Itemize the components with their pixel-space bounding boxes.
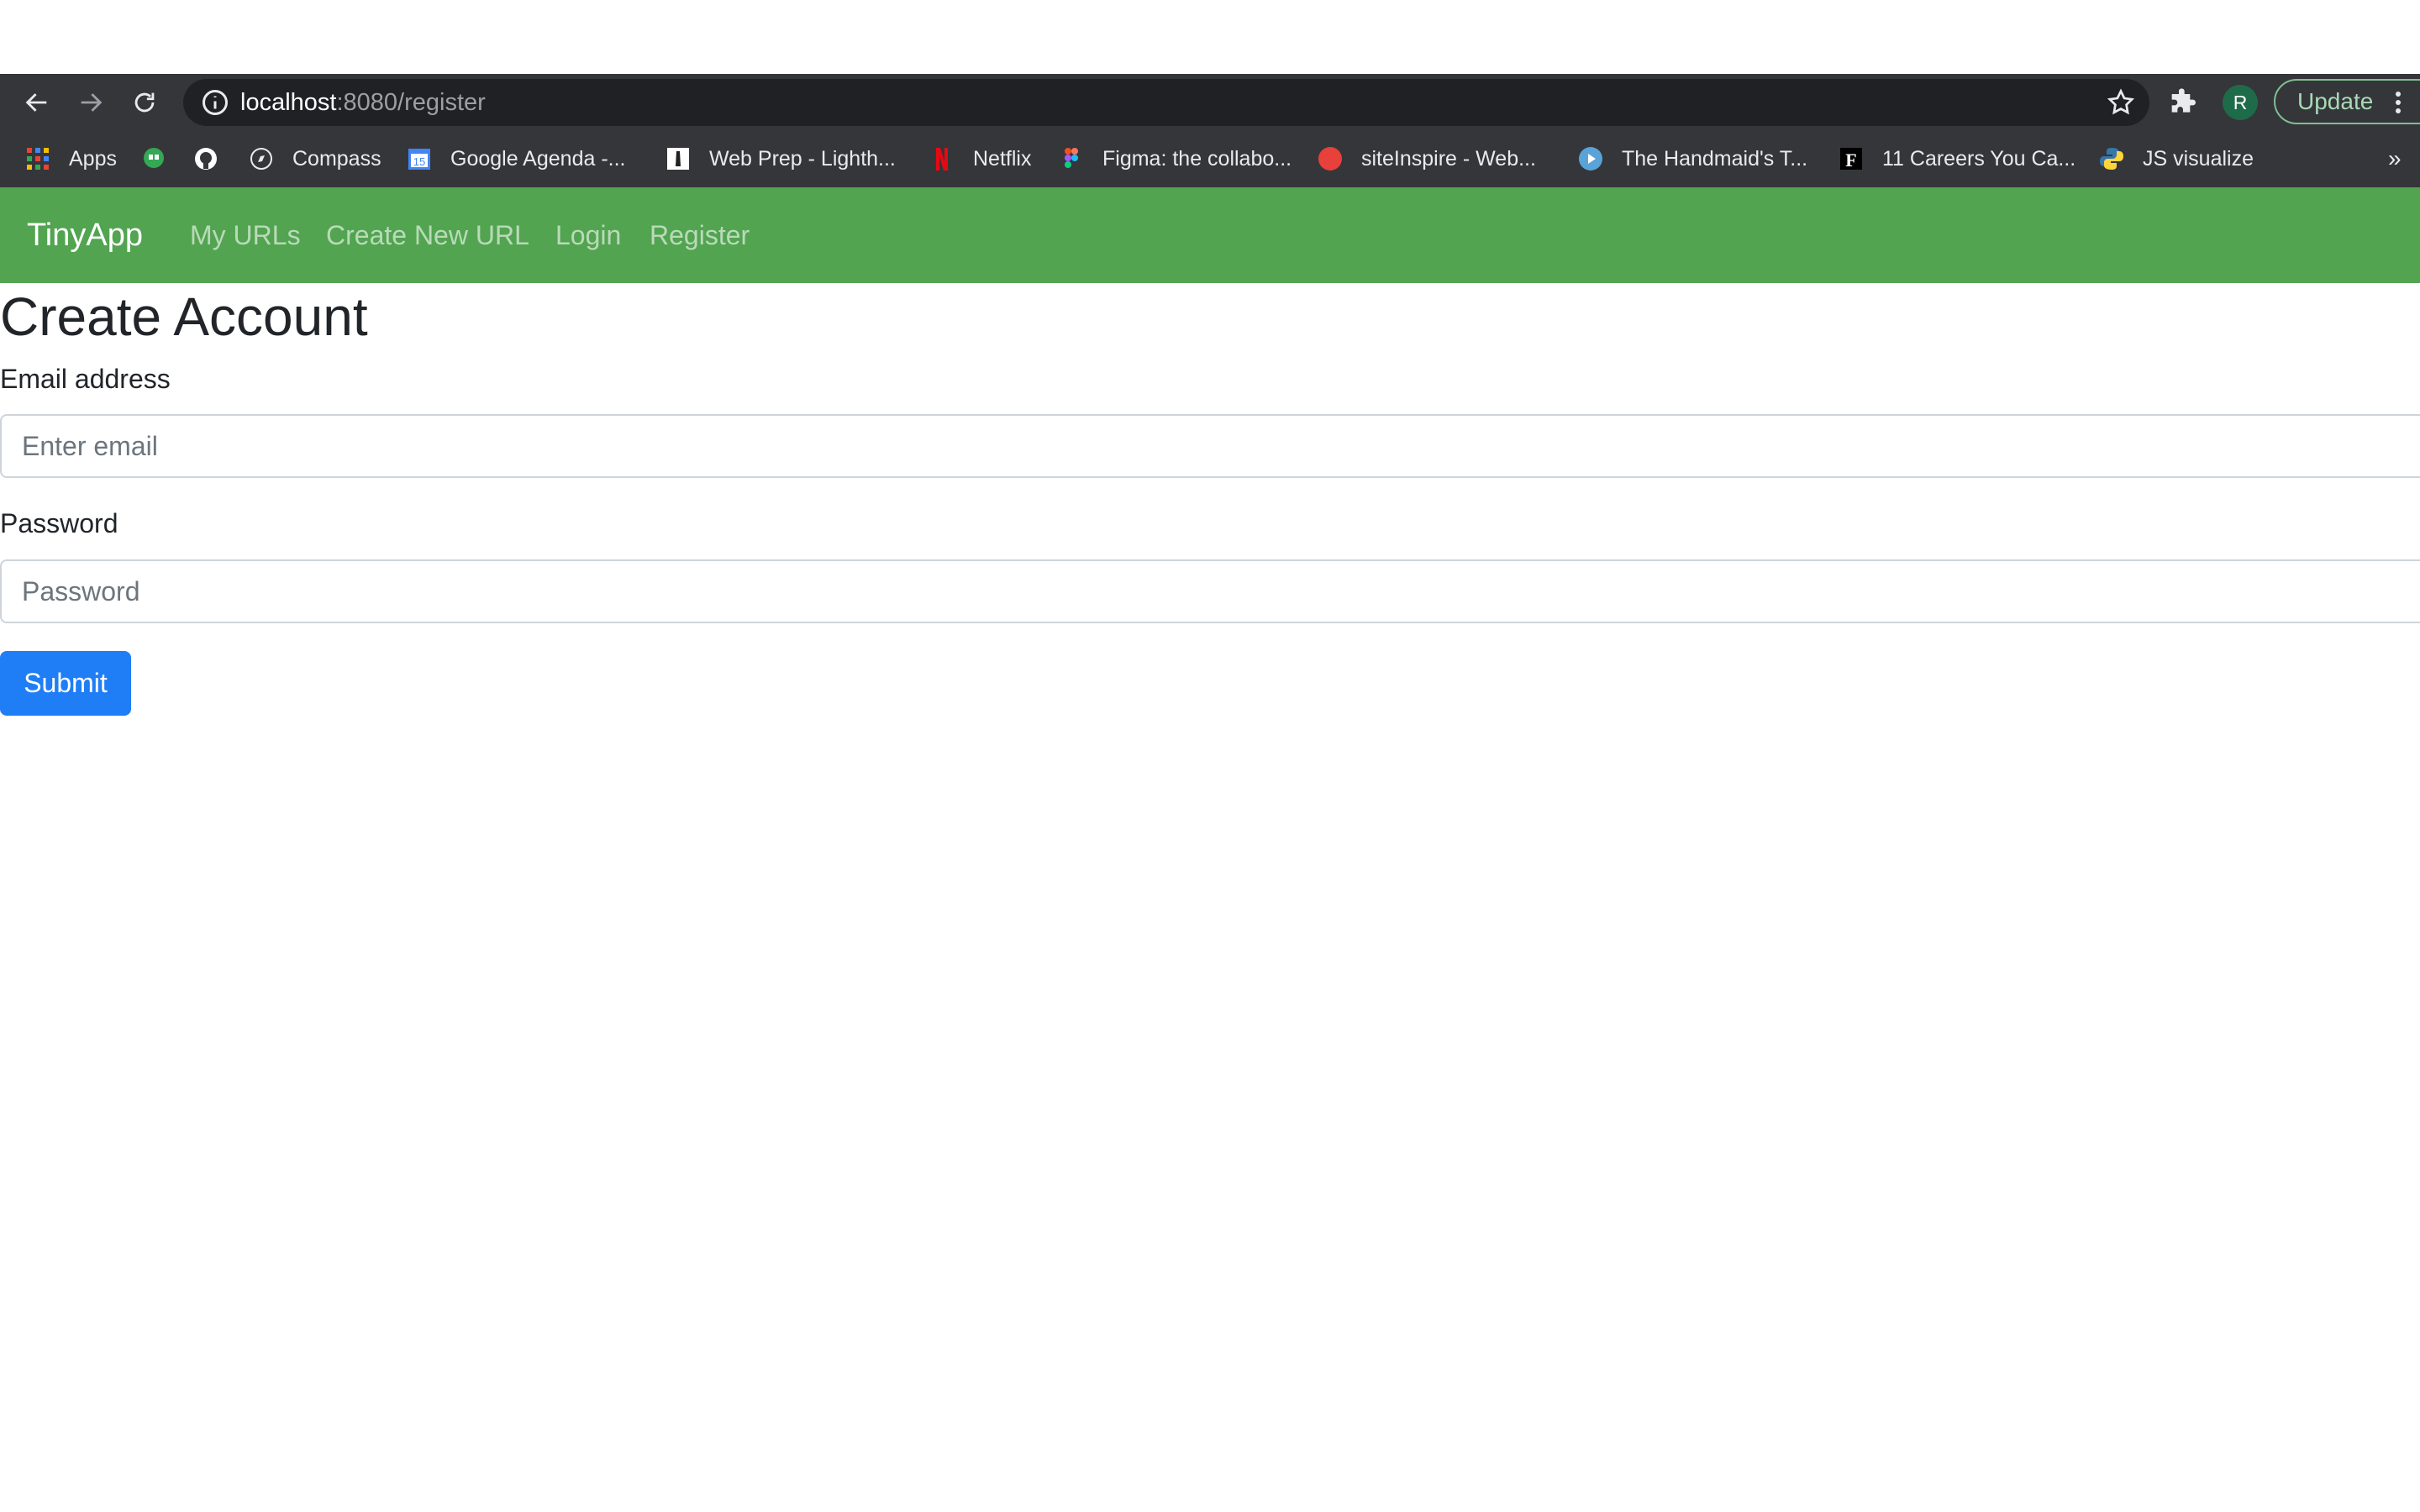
password-label: Password xyxy=(0,508,118,538)
reload-icon xyxy=(134,92,155,113)
bookmark-compass[interactable]: Compass xyxy=(249,133,381,185)
forward-button[interactable] xyxy=(71,82,111,123)
bookmark-github[interactable] xyxy=(193,133,237,185)
submit-button[interactable]: Submit xyxy=(0,651,131,716)
hangouts-icon xyxy=(144,148,164,168)
bookmark-label: Compass xyxy=(292,146,381,171)
navbar-brand[interactable]: TinyApp xyxy=(27,187,143,283)
play-icon xyxy=(1579,147,1602,171)
back-button[interactable] xyxy=(17,82,57,123)
figma-icon xyxy=(1065,148,1078,168)
bookmark-star-icon[interactable] xyxy=(2106,87,2136,118)
bookmark-netflix[interactable]: Netflix xyxy=(929,133,1031,185)
bookmark-web-prep[interactable]: Web Prep - Lighth... xyxy=(666,133,896,185)
url-host: localhost xyxy=(240,89,337,116)
github-icon xyxy=(195,148,217,170)
bookmark-label: Netflix xyxy=(973,146,1032,171)
bookmark-label: JS visualize xyxy=(2143,146,2254,171)
browser-toolbar: localhost:8080/register R Update xyxy=(0,74,2420,131)
bookmark-label: siteInspire - Web... xyxy=(1361,146,1536,171)
password-input[interactable] xyxy=(0,559,2420,623)
info-icon[interactable] xyxy=(200,87,230,118)
back-arrow-icon xyxy=(25,93,47,112)
bookmark-11-careers[interactable]: F 11 Careers You Ca... xyxy=(1839,133,2075,185)
update-label: Update xyxy=(2297,88,2374,114)
url-text[interactable]: localhost:8080/register xyxy=(240,79,486,126)
page-title: Create Account xyxy=(0,286,368,347)
email-label: Email address xyxy=(0,364,171,394)
bookmark-hangouts[interactable] xyxy=(141,133,185,185)
siteinspire-icon xyxy=(1318,147,1342,171)
email-input[interactable] xyxy=(0,414,2420,478)
nav-link-register[interactable]: Register xyxy=(650,187,750,283)
update-button[interactable]: Update xyxy=(2274,79,2420,124)
address-bar[interactable]: localhost:8080/register xyxy=(183,79,2149,126)
apps-grid-icon xyxy=(27,148,49,170)
nav-link-create-new-url[interactable]: Create New URL xyxy=(326,187,529,283)
bookmark-google-agenda[interactable]: 15 Google Agenda -... xyxy=(407,133,625,185)
f-icon: F xyxy=(1840,148,1862,171)
compass-icon xyxy=(250,148,272,170)
svg-text:F: F xyxy=(1845,150,1856,171)
bookmark-siteinspire[interactable]: siteInspire - Web... xyxy=(1318,133,1536,185)
bookmark-label: Apps xyxy=(69,146,117,171)
bookmark-label: The Handmaid's T... xyxy=(1622,146,1808,171)
bookmark-handmaids-tale[interactable]: The Handmaid's T... xyxy=(1578,133,1807,185)
extensions-puzzle-icon[interactable] xyxy=(2166,86,2200,119)
python-icon xyxy=(2100,148,2123,170)
nav-link-login[interactable]: Login xyxy=(555,187,621,283)
profile-avatar[interactable]: R xyxy=(2223,85,2258,120)
reload-button[interactable] xyxy=(124,82,165,123)
menu-dots-icon[interactable] xyxy=(2395,91,2402,114)
top-margin xyxy=(0,0,2420,74)
bookmark-label: Figma: the collabo... xyxy=(1102,146,1292,171)
bookmark-label: Web Prep - Lighth... xyxy=(709,146,896,171)
calendar-icon: 15 xyxy=(408,149,430,170)
lighthouse-icon xyxy=(667,148,689,170)
more-bookmarks-chevron-icon[interactable]: » xyxy=(2388,133,2402,185)
forward-arrow-icon xyxy=(81,93,103,112)
bookmark-label: 11 Careers You Ca... xyxy=(1882,146,2076,171)
bookmark-label: Google Agenda -... xyxy=(450,146,626,171)
bookmarks-bar: Apps Compass 15 Google Agenda -... Web P… xyxy=(0,133,2420,185)
bookmark-figma[interactable]: Figma: the collabo... xyxy=(1059,133,1292,185)
app-navbar: TinyApp My URLs Create New URL Login Reg… xyxy=(0,187,2420,283)
bookmark-apps[interactable]: Apps xyxy=(25,133,117,185)
url-path: :8080/register xyxy=(336,89,486,116)
netflix-icon xyxy=(936,148,948,171)
bookmark-js-visualize[interactable]: JS visualize xyxy=(2099,133,2254,185)
nav-link-my-urls[interactable]: My URLs xyxy=(190,187,301,283)
svg-text:15: 15 xyxy=(413,155,425,168)
browser-chrome: localhost:8080/register R Update Apps Co xyxy=(0,74,2420,187)
